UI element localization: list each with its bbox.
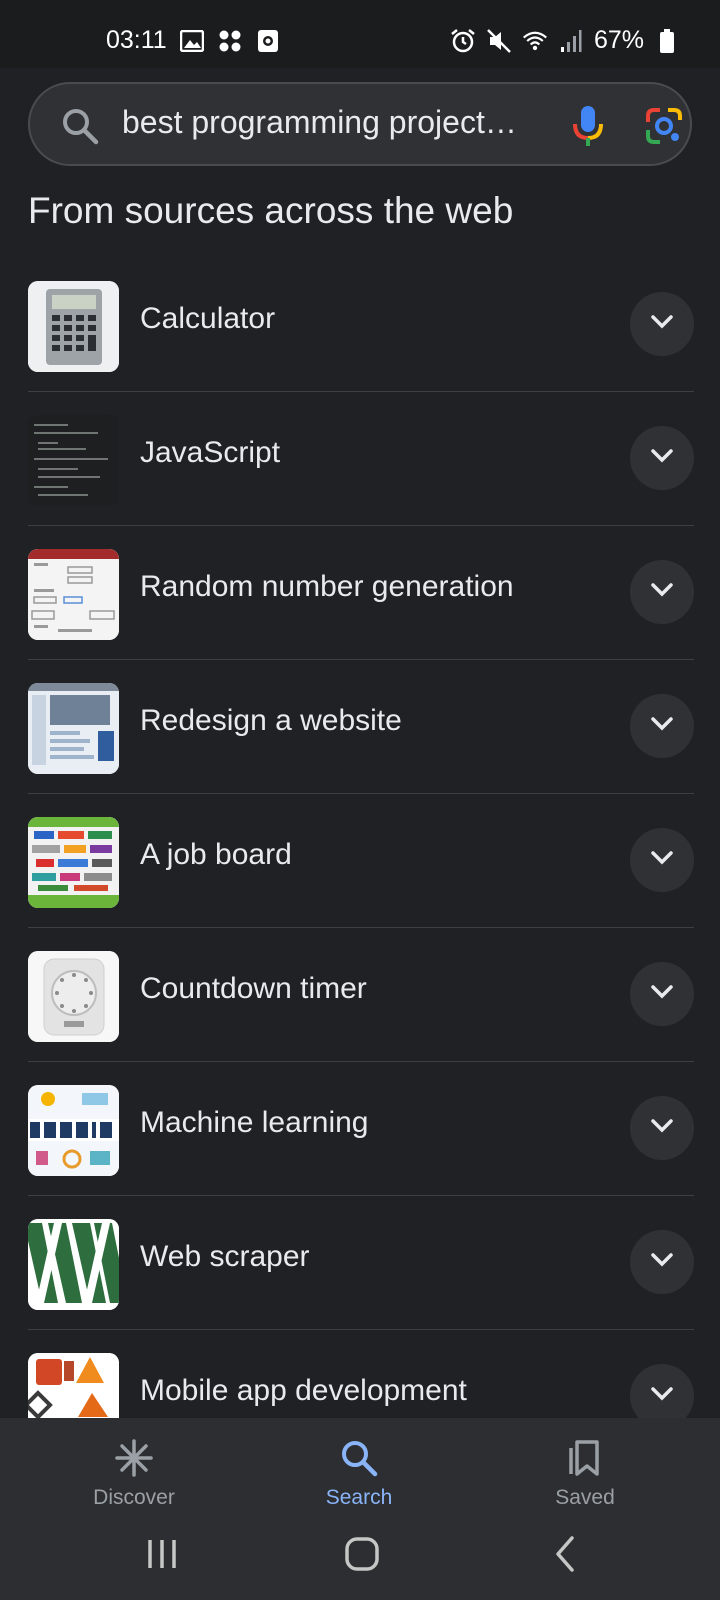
result-row-mobile-app[interactable]: Mobile app development [28, 1330, 694, 1418]
result-label: Machine learning [140, 1106, 369, 1139]
expand-button[interactable] [630, 292, 694, 356]
status-time: 03:11 [106, 26, 167, 54]
nav-label: Saved [555, 1486, 615, 1509]
expand-button[interactable] [630, 1364, 694, 1418]
expand-button[interactable] [630, 426, 694, 490]
result-row-javascript[interactable]: JavaScript [28, 392, 694, 526]
form-thumb [28, 549, 119, 640]
result-label: Mobile app development [140, 1374, 467, 1407]
ml-thumb [28, 1085, 119, 1176]
chevron-down-icon [650, 850, 674, 871]
bookmark-icon [565, 1438, 605, 1478]
chevron-down-icon [650, 1118, 674, 1139]
signal-icon [558, 28, 584, 54]
result-row-web-scraper[interactable]: Web scraper [28, 1196, 694, 1330]
search-query[interactable]: best programming project… [122, 104, 542, 141]
result-label: Random number generation [140, 570, 514, 603]
battery-icon [654, 28, 680, 54]
code-thumb [28, 415, 119, 506]
jobboard-thumb [28, 817, 119, 908]
calculator-thumb [28, 281, 119, 372]
status-bar: 03:11 67% [0, 0, 720, 68]
expand-button[interactable] [630, 1230, 694, 1294]
timer-thumb [28, 951, 119, 1042]
result-row-machine-learning[interactable]: Machine learning [28, 1062, 694, 1196]
expand-button[interactable] [630, 560, 694, 624]
result-row-redesign[interactable]: Redesign a website [28, 660, 694, 794]
alarm-icon [450, 28, 476, 54]
chevron-down-icon [650, 314, 674, 335]
chevron-down-icon [650, 716, 674, 737]
expand-button[interactable] [630, 962, 694, 1026]
chevron-down-icon [650, 448, 674, 469]
chevron-down-icon [650, 582, 674, 603]
back-icon[interactable] [546, 1534, 586, 1574]
chevron-down-icon [650, 1386, 674, 1407]
results-list: Calculator JavaScript Random number gene… [0, 258, 720, 1418]
chevron-down-icon [650, 984, 674, 1005]
section-title: From sources across the web [28, 190, 514, 231]
home-icon[interactable] [342, 1534, 382, 1574]
image-icon [179, 28, 205, 54]
result-label: JavaScript [140, 436, 281, 469]
expand-button[interactable] [630, 694, 694, 758]
result-label: Web scraper [140, 1240, 310, 1273]
mute-icon [486, 28, 512, 54]
search-box[interactable]: best programming project… [28, 82, 692, 166]
mic-icon[interactable] [570, 104, 606, 148]
search-icon[interactable] [60, 106, 100, 146]
battery-percent: 67% [593, 26, 644, 54]
system-navigation [0, 1508, 720, 1600]
lens-icon[interactable] [644, 106, 684, 146]
expand-button[interactable] [630, 1096, 694, 1160]
chevron-down-icon [650, 1252, 674, 1273]
result-label: Redesign a website [140, 704, 402, 737]
wifi-icon [522, 28, 548, 54]
search-icon [339, 1438, 379, 1478]
nav-label: Search [325, 1486, 393, 1509]
app-grid-icon [217, 28, 243, 54]
nav-discover[interactable]: Discover [54, 1438, 214, 1510]
result-label: Countdown timer [140, 972, 367, 1005]
status-right: 67% [450, 26, 680, 55]
discover-icon [114, 1438, 154, 1478]
result-row-countdown[interactable]: Countdown timer [28, 928, 694, 1062]
nav-label: Discover [93, 1486, 175, 1509]
w-logo-thumb [28, 1219, 119, 1310]
nav-saved[interactable]: Saved [505, 1438, 665, 1510]
recent-apps-icon[interactable] [142, 1534, 182, 1574]
result-label: A job board [140, 838, 292, 871]
result-row-calculator[interactable]: Calculator [28, 258, 694, 392]
result-row-random-number[interactable]: Random number generation [28, 526, 694, 660]
status-left: 03:11 [106, 26, 281, 55]
result-label: Calculator [140, 302, 276, 335]
result-row-job-board[interactable]: A job board [28, 794, 694, 928]
record-icon [255, 28, 281, 54]
expand-button[interactable] [630, 828, 694, 892]
nav-search[interactable]: Search [279, 1438, 439, 1510]
website-thumb [28, 683, 119, 774]
apps-thumb [28, 1353, 119, 1418]
